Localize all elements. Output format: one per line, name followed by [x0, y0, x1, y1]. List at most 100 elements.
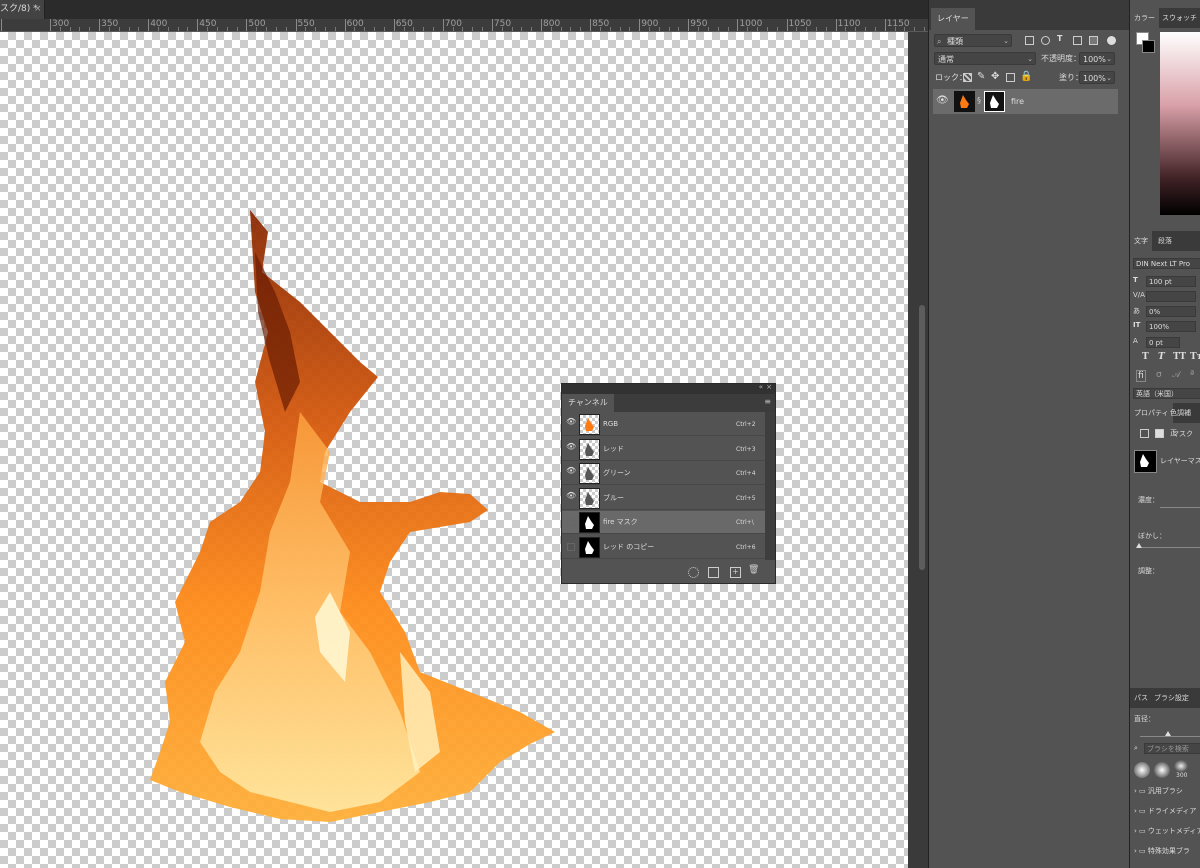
fill-input[interactable]: 100% ⌄ — [1079, 71, 1115, 84]
tab-color[interactable]: カラー — [1130, 8, 1159, 28]
brush-folder-3[interactable]: › ▭ ウェットメディア — [1134, 826, 1200, 836]
brush-preset-1[interactable] — [1134, 762, 1150, 778]
brush-search-input[interactable]: ブラシを検索 — [1144, 743, 1200, 754]
brush-size-slider[interactable] — [1140, 736, 1200, 737]
close-panel-icon[interactable]: × — [766, 383, 772, 391]
tab-paragraph[interactable]: 段落 — [1154, 231, 1176, 251]
ruler-label: 1000 — [739, 19, 763, 29]
ruler-minor-tick — [315, 27, 317, 31]
vertical-scale-input[interactable]: 100% — [1146, 321, 1196, 332]
feather-slider[interactable] — [1138, 547, 1200, 548]
swash-icon[interactable]: 𝒜 — [1172, 370, 1181, 380]
tab-swatches[interactable]: スウォッチ — [1158, 8, 1200, 28]
filter-toggle-icon[interactable] — [1107, 36, 1116, 45]
visibility-toggle[interactable] — [567, 518, 575, 526]
filter-adjust-icon[interactable] — [1041, 36, 1050, 45]
density-slider[interactable] — [1160, 507, 1200, 508]
eye-icon[interactable]: 👁 — [566, 442, 576, 452]
ruler-minor-tick — [609, 27, 611, 31]
brush-size-handle[interactable] — [1165, 731, 1171, 736]
horizontal-ruler[interactable]: 300 350 400 450 500 550 600 650 700 750 800 850 900 9… — [0, 19, 928, 32]
eye-icon[interactable]: 👁 — [936, 95, 949, 106]
faux-italic-button[interactable]: T — [1158, 352, 1165, 362]
lock-move-icon[interactable]: ✥ — [991, 71, 999, 82]
kerning-input[interactable] — [1146, 291, 1196, 302]
lock-transparent-icon[interactable] — [963, 73, 972, 82]
lock-artboard-icon[interactable] — [1006, 73, 1015, 82]
opacity-label: 不透明度： — [1041, 54, 1081, 63]
channels-panel-header[interactable]: « × — [562, 383, 775, 394]
tab-layers[interactable]: レイヤー — [931, 8, 975, 30]
brush-folder-1[interactable]: › ▭ 汎用ブラシ — [1134, 786, 1183, 796]
tab-adjustments[interactable]: 色調補正 — [1166, 403, 1200, 437]
filter-pixel-icon[interactable] — [1025, 36, 1034, 45]
close-tab-icon[interactable]: × — [34, 0, 42, 19]
canvas-vertical-scrollbar[interactable] — [908, 32, 928, 868]
background-color-swatch[interactable] — [1142, 40, 1155, 53]
channel-row[interactable]: 👁 レッド Ctrl+3 — [562, 438, 765, 461]
channel-row[interactable]: 👁 RGB Ctrl+2 — [562, 413, 765, 436]
tracking-input[interactable]: 0% — [1146, 306, 1196, 317]
brush-preset-2[interactable] — [1154, 762, 1170, 778]
ruler-minor-tick — [698, 27, 700, 31]
chevron-down-icon: ⌄ — [1027, 55, 1033, 63]
baseline-input[interactable]: 0 pt — [1146, 337, 1180, 348]
collapse-icon[interactable]: « — [759, 383, 763, 391]
document-tab[interactable]: スク/8) * × — [0, 0, 45, 19]
load-selection-icon[interactable] — [688, 567, 699, 578]
save-selection-icon[interactable] — [708, 567, 719, 578]
font-family-select[interactable]: DIN Next LT Pro — [1133, 258, 1200, 269]
tab-paths[interactable]: パス — [1130, 688, 1152, 708]
blend-mode-select[interactable]: 通常 ⌄ — [934, 52, 1036, 65]
folder-label: 特殊効果ブラ — [1147, 847, 1190, 855]
ordinal-icon[interactable]: ª — [1190, 370, 1194, 380]
filter-shape-icon[interactable] — [1073, 36, 1082, 45]
eye-icon[interactable]: 👁 — [566, 417, 576, 427]
tab-brush-settings[interactable]: ブラシ設定 — [1150, 688, 1193, 708]
faux-bold-button[interactable]: T — [1142, 352, 1149, 362]
vector-mask-icon[interactable] — [1155, 429, 1164, 438]
tab-channels[interactable]: チャンネル — [562, 394, 614, 412]
channel-row[interactable]: 👁 ブルー Ctrl+5 — [562, 487, 765, 510]
eye-icon[interactable]: 👁 — [566, 491, 576, 501]
opentype-icon[interactable]: σ — [1156, 370, 1162, 380]
channel-row[interactable]: fire マスク Ctrl+\ — [562, 511, 765, 534]
brush-folder-4[interactable]: › ▭ 特殊効果ブラ — [1134, 846, 1190, 856]
link-icon[interactable]: § — [977, 96, 981, 105]
channels-scrollbar[interactable] — [765, 412, 775, 560]
feather-label: ぼかし： — [1138, 532, 1166, 540]
layer-filter-select[interactable]: ⌕ 種類 ⌄ — [934, 34, 1012, 47]
layer-mask-thumbnail[interactable] — [984, 91, 1005, 112]
layer-row-fire[interactable]: 👁 § fire — [933, 89, 1118, 114]
canvas-scroll-thumb[interactable] — [919, 305, 925, 570]
document-tab-bar: スク/8) * × — [0, 0, 928, 19]
filter-smart-icon[interactable] — [1089, 36, 1098, 45]
brush-preset-3[interactable] — [1174, 760, 1188, 772]
language-select[interactable]: 英語（米国） — [1133, 388, 1200, 399]
ruler-minor-tick — [256, 27, 258, 31]
font-size-input[interactable]: 100 pt — [1146, 276, 1196, 287]
pixel-mask-icon[interactable] — [1140, 429, 1149, 438]
visibility-toggle[interactable] — [567, 542, 575, 551]
ligature-icon[interactable]: fi — [1136, 370, 1146, 382]
filter-type-icon[interactable]: T — [1057, 34, 1062, 43]
ruler-minor-tick — [275, 27, 277, 31]
tab-character[interactable]: 文字 — [1130, 231, 1152, 251]
lock-all-icon[interactable]: 🔒 — [1020, 71, 1032, 82]
new-channel-icon[interactable]: + — [730, 567, 741, 578]
blend-mode-value: 通常 — [938, 55, 954, 64]
document-tab-title: スク/8) * — [0, 4, 38, 14]
channel-row[interactable]: 👁 グリーン Ctrl+4 — [562, 462, 765, 485]
eye-icon[interactable]: 👁 — [566, 466, 576, 476]
delete-channel-icon[interactable]: 🗑 — [748, 565, 759, 575]
opacity-input[interactable]: 100% ⌄ — [1079, 52, 1115, 65]
ruler-minor-tick — [207, 27, 209, 31]
feather-slider-handle[interactable] — [1136, 543, 1142, 548]
small-caps-button[interactable]: Tт — [1190, 352, 1200, 362]
panel-menu-icon[interactable]: ≡ — [764, 397, 771, 406]
lock-brush-icon[interactable]: ✎ — [977, 71, 985, 82]
brush-folder-2[interactable]: › ▭ ドライメディア — [1134, 806, 1196, 816]
channel-row[interactable]: レッド のコピー Ctrl+6 — [562, 536, 765, 559]
all-caps-button[interactable]: TT — [1173, 352, 1186, 362]
color-picker-field[interactable] — [1160, 32, 1200, 215]
